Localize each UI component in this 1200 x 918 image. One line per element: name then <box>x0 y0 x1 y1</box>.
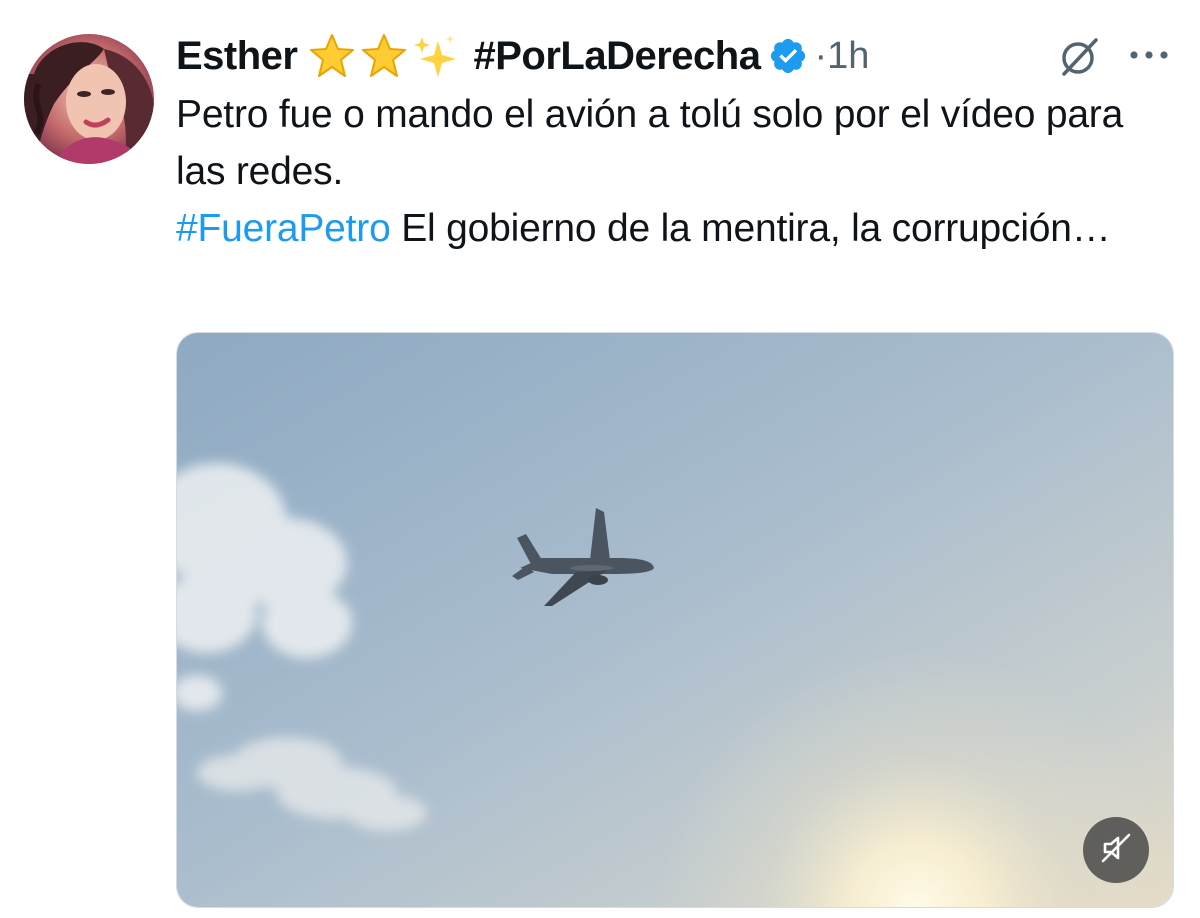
video-player[interactable] <box>176 332 1174 908</box>
hashtag-link[interactable]: #FueraPetro <box>176 207 391 250</box>
verified-badge-icon[interactable] <box>768 36 808 76</box>
tweet[interactable]: Esther #PorLaDerecha ·1h Petro fue o man… <box>0 0 1200 918</box>
unmute-button[interactable] <box>1083 817 1149 883</box>
muted-speaker-icon <box>1099 831 1133 870</box>
author-name[interactable]: Esther <box>176 34 298 79</box>
star-emoji-icon <box>360 32 408 80</box>
grok-icon[interactable] <box>1056 34 1102 80</box>
author-name-hashtag[interactable]: #PorLaDerecha <box>474 34 761 79</box>
tweet-text-line: Petro fue o mando el avión a tolú solo p… <box>176 93 1124 193</box>
avatar[interactable] <box>24 34 154 164</box>
timestamp[interactable]: ·1h <box>814 35 869 78</box>
video-frame <box>177 333 1173 907</box>
tweet-text: Petro fue o mando el avión a tolú solo p… <box>176 86 1166 257</box>
tweet-header: Esther #PorLaDerecha ·1h <box>176 26 869 86</box>
time-label[interactable]: 1h <box>827 35 869 77</box>
more-dots-icon[interactable] <box>1126 40 1172 70</box>
tweet-text-line-2: #FueraPetro El gobierno de la mentira, l… <box>176 200 1166 257</box>
tweet-text-continued: El gobierno de la mentira, la corrupción… <box>390 207 1111 250</box>
author-name-block[interactable]: Esther #PorLaDerecha <box>176 32 808 80</box>
sparkles-emoji-icon <box>412 33 458 79</box>
star-emoji-icon <box>308 32 356 80</box>
separator-dot: · <box>814 34 828 77</box>
